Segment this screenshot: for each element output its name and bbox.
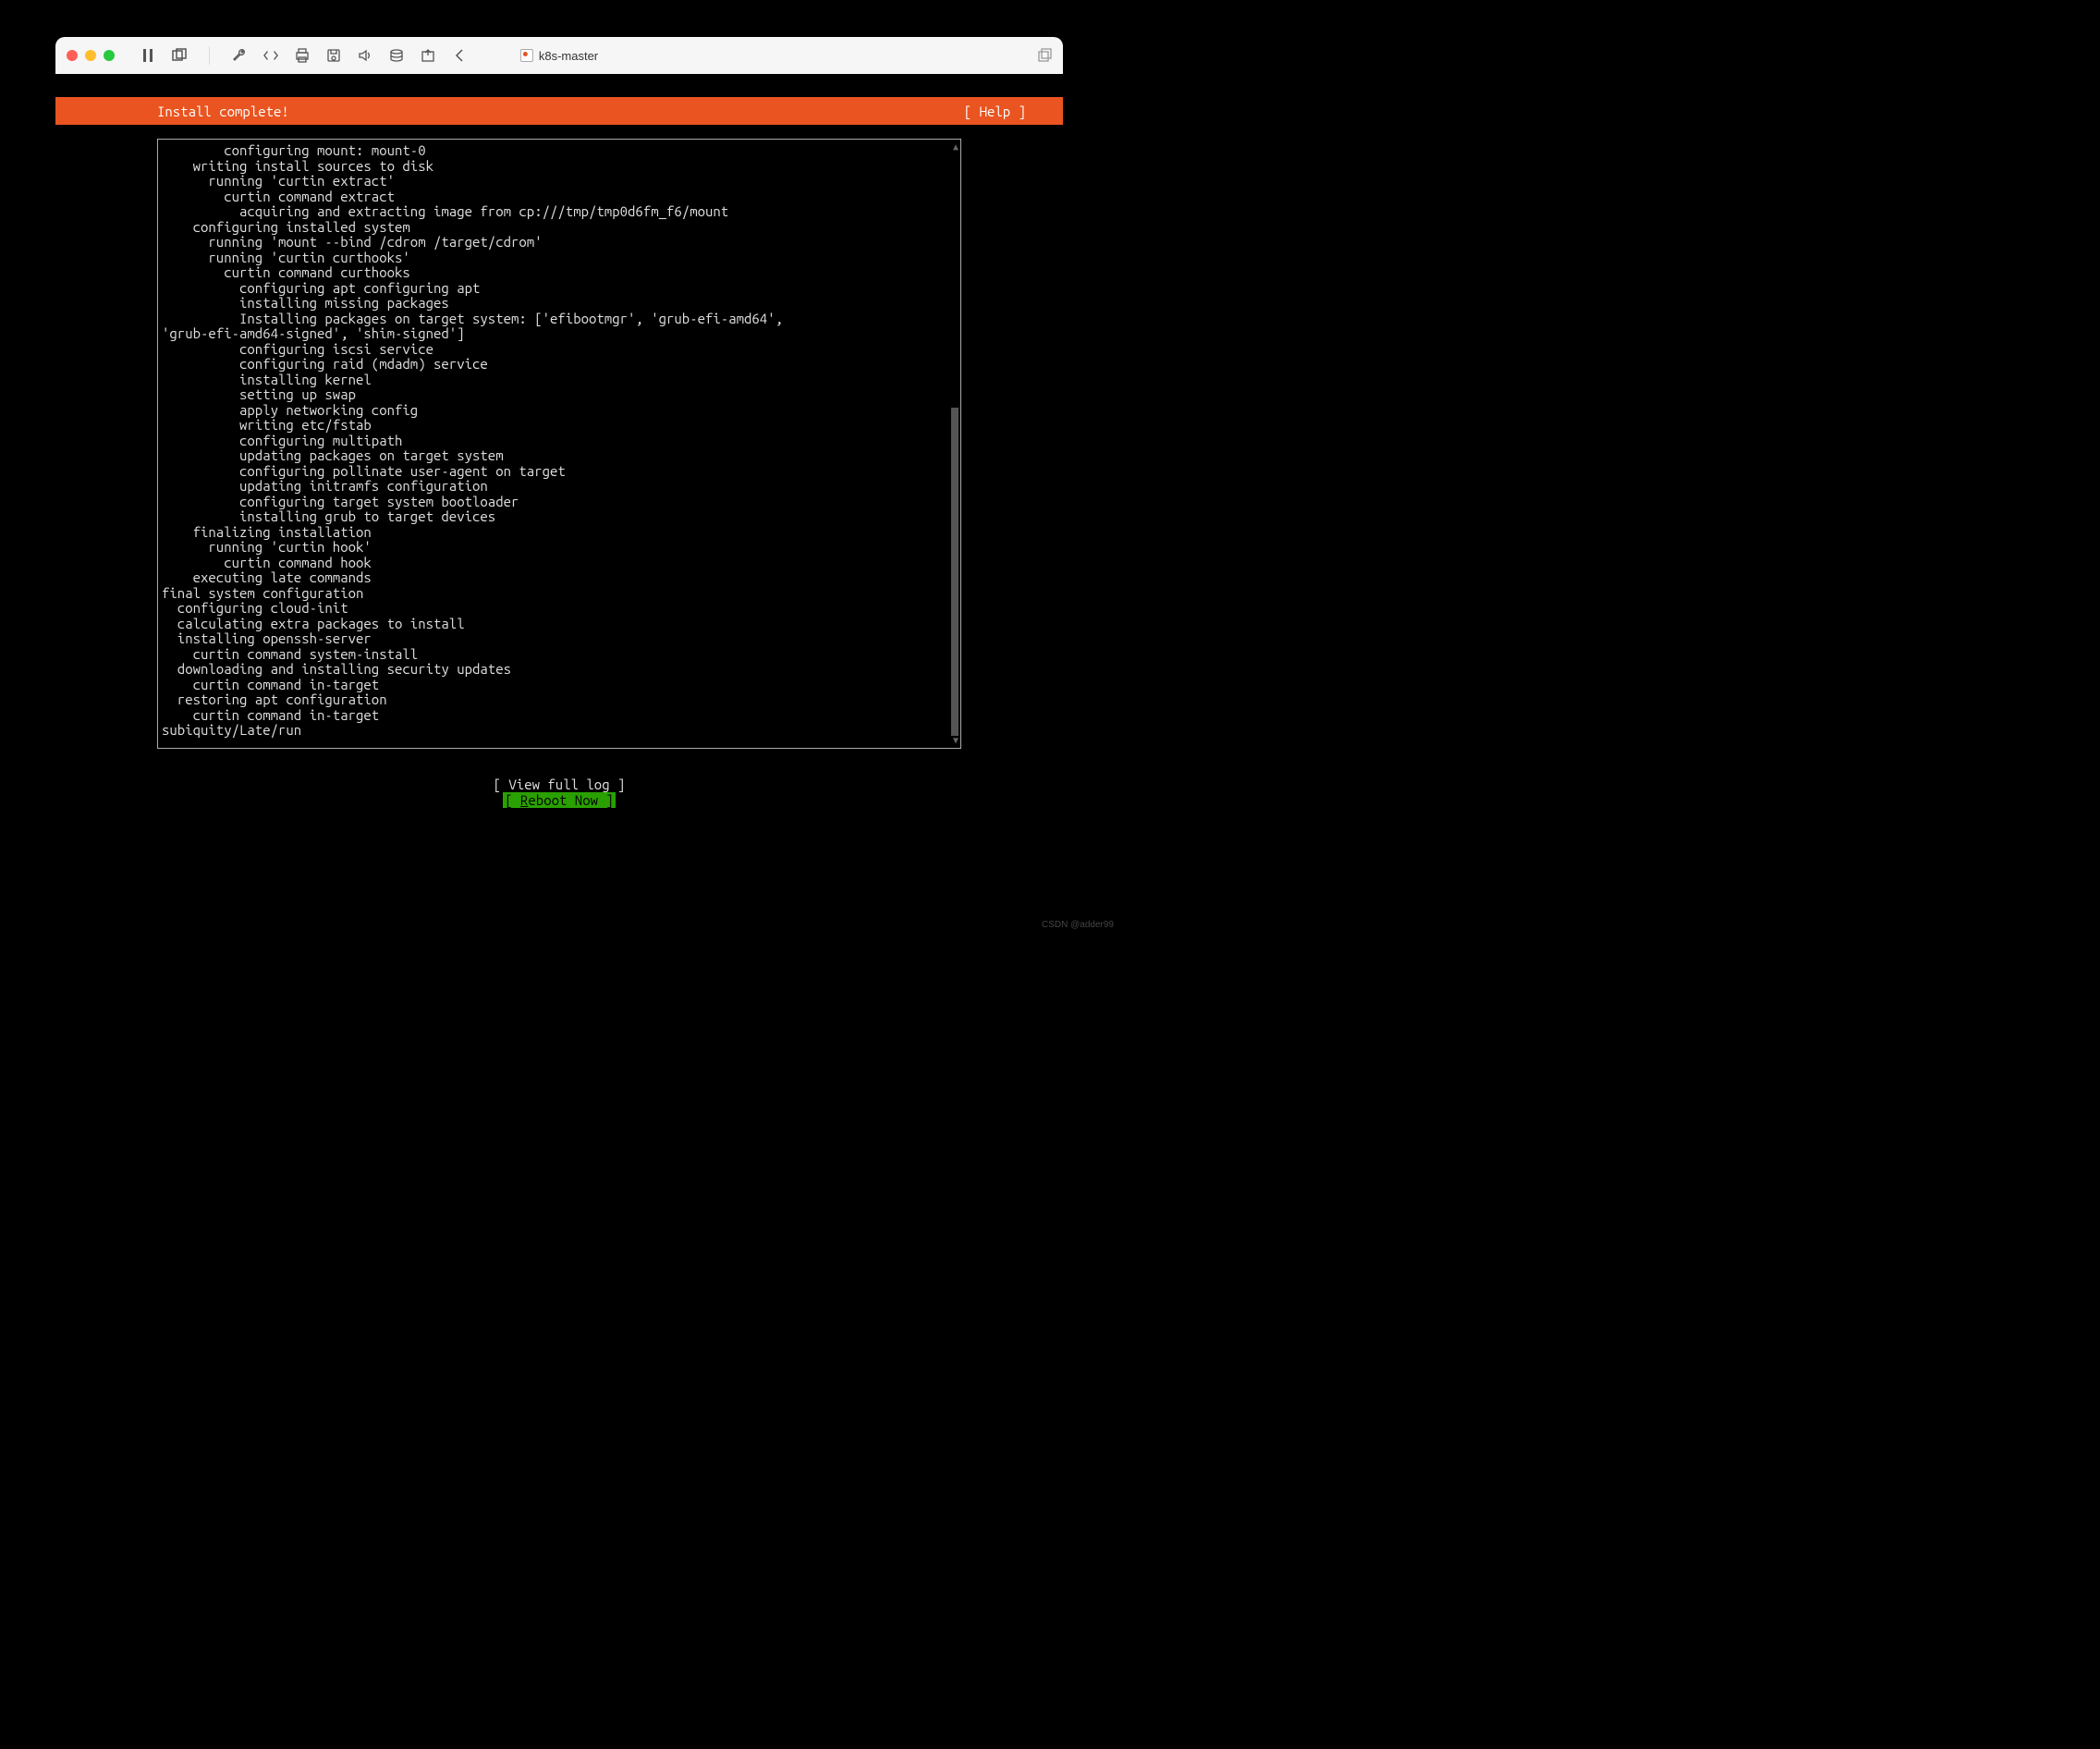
- log-container: configuring mount: mount-0 writing insta…: [157, 139, 961, 749]
- reboot-prefix: [: [505, 792, 520, 808]
- wrench-icon[interactable]: [232, 48, 247, 63]
- back-icon[interactable]: [452, 48, 467, 63]
- divider: [209, 46, 210, 65]
- pause-icon[interactable]: [140, 48, 155, 63]
- scrollbar[interactable]: [951, 408, 958, 736]
- sound-icon[interactable]: [358, 48, 372, 63]
- close-button[interactable]: [67, 50, 78, 61]
- window-title-text: k8s-master: [539, 49, 598, 63]
- window-title: k8s-master: [520, 49, 598, 63]
- bottom-buttons: [ View full log ] [ Reboot Now ]: [55, 777, 1063, 808]
- app-window: k8s-master Install complete! [ Help ] co…: [55, 37, 1063, 853]
- reboot-rest: eboot Now ]: [528, 792, 613, 808]
- status-bar: Install complete! [ Help ]: [55, 97, 1063, 125]
- watermark: CSDN @adder99: [1042, 920, 1114, 930]
- maximize-button[interactable]: [104, 50, 115, 61]
- vm-icon: [520, 49, 533, 62]
- view-full-log-button[interactable]: [ View full log ]: [55, 777, 1063, 792]
- code-icon[interactable]: [263, 48, 278, 63]
- scroll-down-icon[interactable]: ▼: [953, 735, 958, 746]
- titlebar: k8s-master: [55, 37, 1063, 74]
- toolbar: [140, 46, 467, 65]
- help-button[interactable]: [ Help ]: [964, 104, 1026, 119]
- stack-icon[interactable]: [389, 48, 404, 63]
- minimize-button[interactable]: [85, 50, 96, 61]
- printer-icon[interactable]: [295, 48, 310, 63]
- scroll-up-icon[interactable]: ▲: [953, 141, 958, 153]
- gap: [55, 74, 1063, 97]
- reboot-now-button[interactable]: [ Reboot Now ]: [55, 792, 1063, 808]
- status-title: Install complete!: [157, 104, 289, 119]
- terminal-body: Install complete! [ Help ] configuring m…: [55, 74, 1063, 853]
- disk-icon[interactable]: [326, 48, 341, 63]
- snapshot-icon[interactable]: [172, 48, 187, 63]
- fullscreen-icon[interactable]: [1037, 48, 1052, 63]
- log-output: configuring mount: mount-0 writing insta…: [160, 143, 958, 739]
- share-icon[interactable]: [421, 48, 435, 63]
- traffic-lights: [67, 50, 115, 61]
